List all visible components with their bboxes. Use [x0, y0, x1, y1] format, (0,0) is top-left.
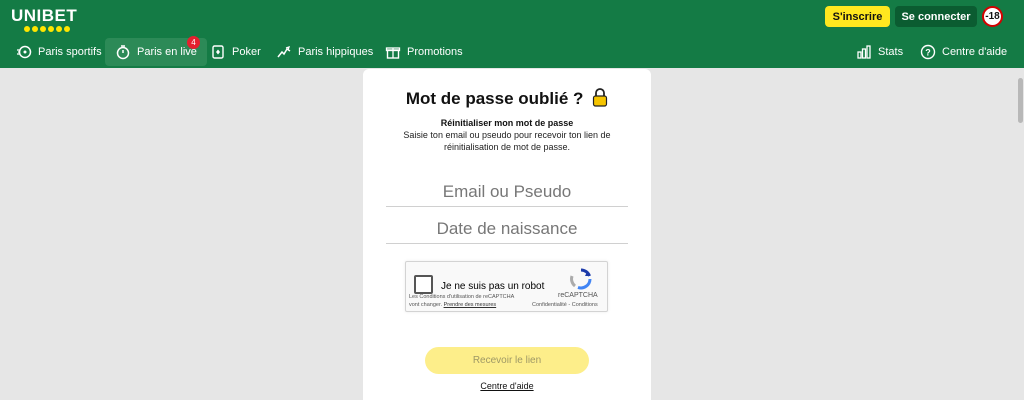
bar-chart-icon [856, 44, 872, 60]
recaptcha-label: Je ne suis pas un robot [441, 281, 545, 292]
nav-label: Poker [232, 46, 261, 58]
email-input[interactable] [386, 181, 628, 202]
recaptcha-terms-link[interactable]: Prendre des mesures [444, 302, 497, 308]
nav-label: Centre d'aide [942, 46, 1008, 58]
gift-icon [385, 44, 401, 60]
signup-button[interactable]: S'inscrire [825, 6, 890, 27]
age-restriction-badge: -18 [982, 6, 1003, 27]
recaptcha-brand: reCAPTCHA [558, 292, 598, 299]
receive-link-button[interactable]: Recevoir le lien [425, 347, 589, 374]
sports-betting-icon [16, 44, 32, 60]
svg-text:?: ? [925, 48, 931, 58]
nav-item-paris-hippiques[interactable]: Paris hippiques [276, 38, 373, 66]
title-text: Mot de passe oublié ? [405, 88, 584, 108]
nav-item-centre-aide[interactable]: ? Centre d'aide [920, 38, 1007, 66]
nav-label: Promotions [407, 46, 463, 58]
help-circle-icon: ? [920, 44, 936, 60]
nav-item-paris-en-live[interactable]: Paris en live 4 [105, 36, 207, 66]
birthdate-field [386, 214, 628, 244]
recaptcha-terms: Les Conditions d'utilisation de reCAPTCH… [409, 294, 524, 309]
nav-label: Paris hippiques [298, 46, 374, 58]
logo-dots [24, 26, 70, 32]
stopwatch-icon [115, 44, 131, 60]
recaptcha-links[interactable]: Confidentialité - Conditions [532, 302, 598, 308]
live-count-badge: 4 [187, 36, 200, 49]
form-description: Saisie ton email ou pseudo pour recevoir… [403, 130, 611, 152]
form-subtitle: Réinitialiser mon mot de passe [440, 118, 574, 128]
recaptcha-widget: Je ne suis pas un robot reCAPTCHA Confid… [405, 261, 608, 312]
playing-card-icon [210, 44, 226, 60]
birthdate-input[interactable] [386, 218, 628, 239]
top-header: UNIBET S'inscrire Se connecter -18 Paris… [0, 0, 1024, 68]
nav-item-paris-sportifs[interactable]: Paris sportifs [16, 38, 102, 66]
nav-label: Stats [878, 46, 904, 58]
recaptcha-checkbox[interactable] [414, 275, 433, 294]
nav-label: Paris en live [137, 46, 197, 58]
horse-racing-icon [276, 44, 292, 60]
login-button[interactable]: Se connecter [895, 6, 977, 27]
help-center-link[interactable]: Centre d'aide [363, 381, 651, 391]
nav-label: Paris sportifs [38, 46, 102, 58]
scrollbar-thumb[interactable] [1018, 78, 1023, 123]
lock-icon [592, 87, 608, 112]
page-title: Mot de passe oublié ? [363, 87, 651, 112]
nav-item-poker[interactable]: Poker [210, 38, 261, 66]
email-field [386, 177, 628, 207]
nav-item-promotions[interactable]: Promotions [385, 38, 463, 66]
nav-item-stats[interactable]: Stats [856, 38, 903, 66]
unibet-logo[interactable]: UNIBET [11, 6, 77, 26]
main-nav: Paris sportifs Paris en live 4 Poker Par… [0, 36, 1024, 66]
password-reset-card: Mot de passe oublié ? Réinitialiser mon … [363, 69, 651, 400]
